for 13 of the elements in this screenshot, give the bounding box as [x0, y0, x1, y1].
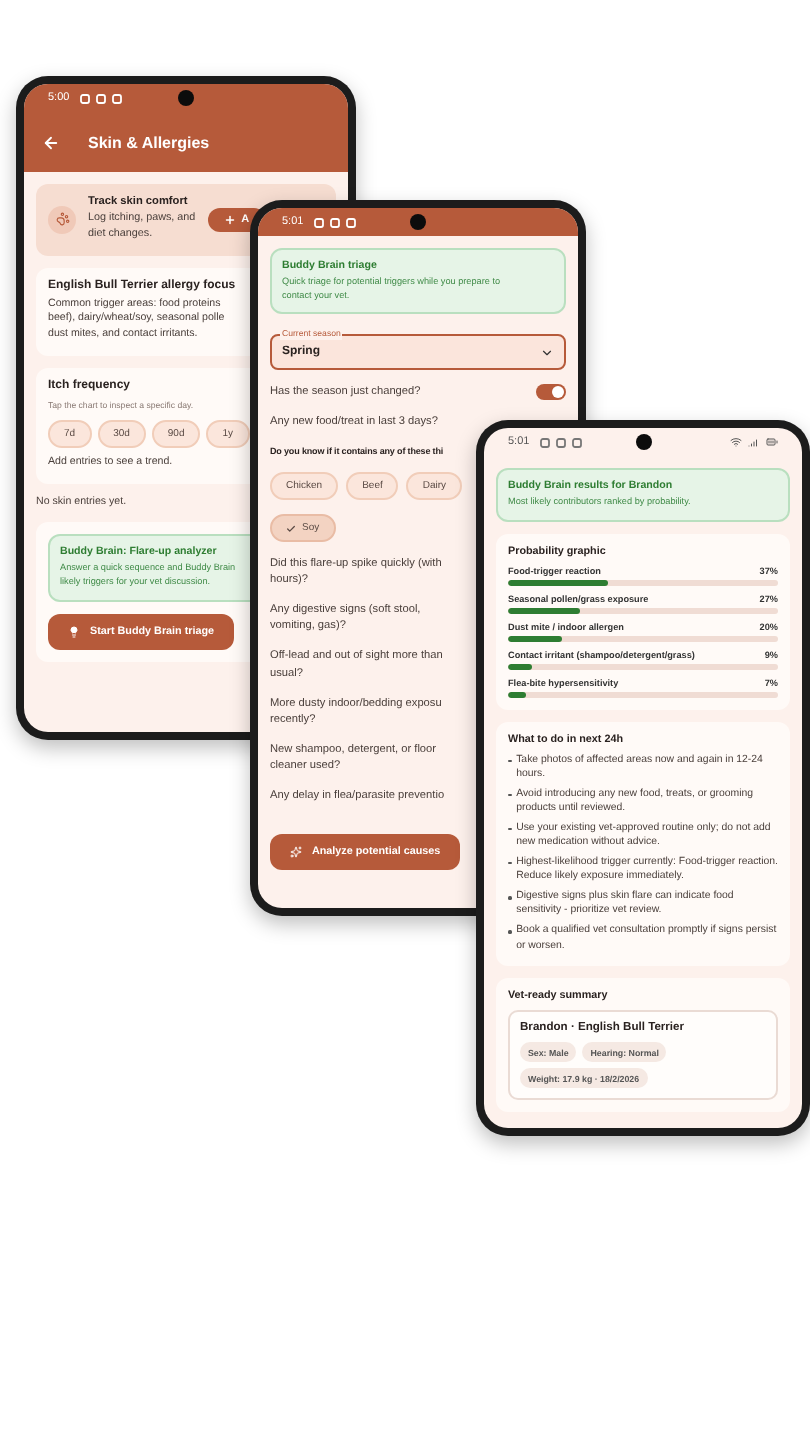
paw-icon [48, 205, 76, 234]
screen-title: Skin & Allergies [88, 133, 210, 151]
plus-icon [223, 213, 236, 226]
front-camera [635, 434, 651, 450]
check-icon [286, 523, 296, 534]
lightbulb-icon [68, 625, 80, 638]
toggle-switch[interactable] [536, 384, 566, 401]
signal-icon [748, 436, 760, 448]
sparkle-icon [290, 846, 302, 859]
battery-icon [766, 436, 778, 448]
caret-icon [540, 345, 554, 360]
wifi-icon [730, 436, 742, 448]
back-icon[interactable] [42, 133, 60, 151]
